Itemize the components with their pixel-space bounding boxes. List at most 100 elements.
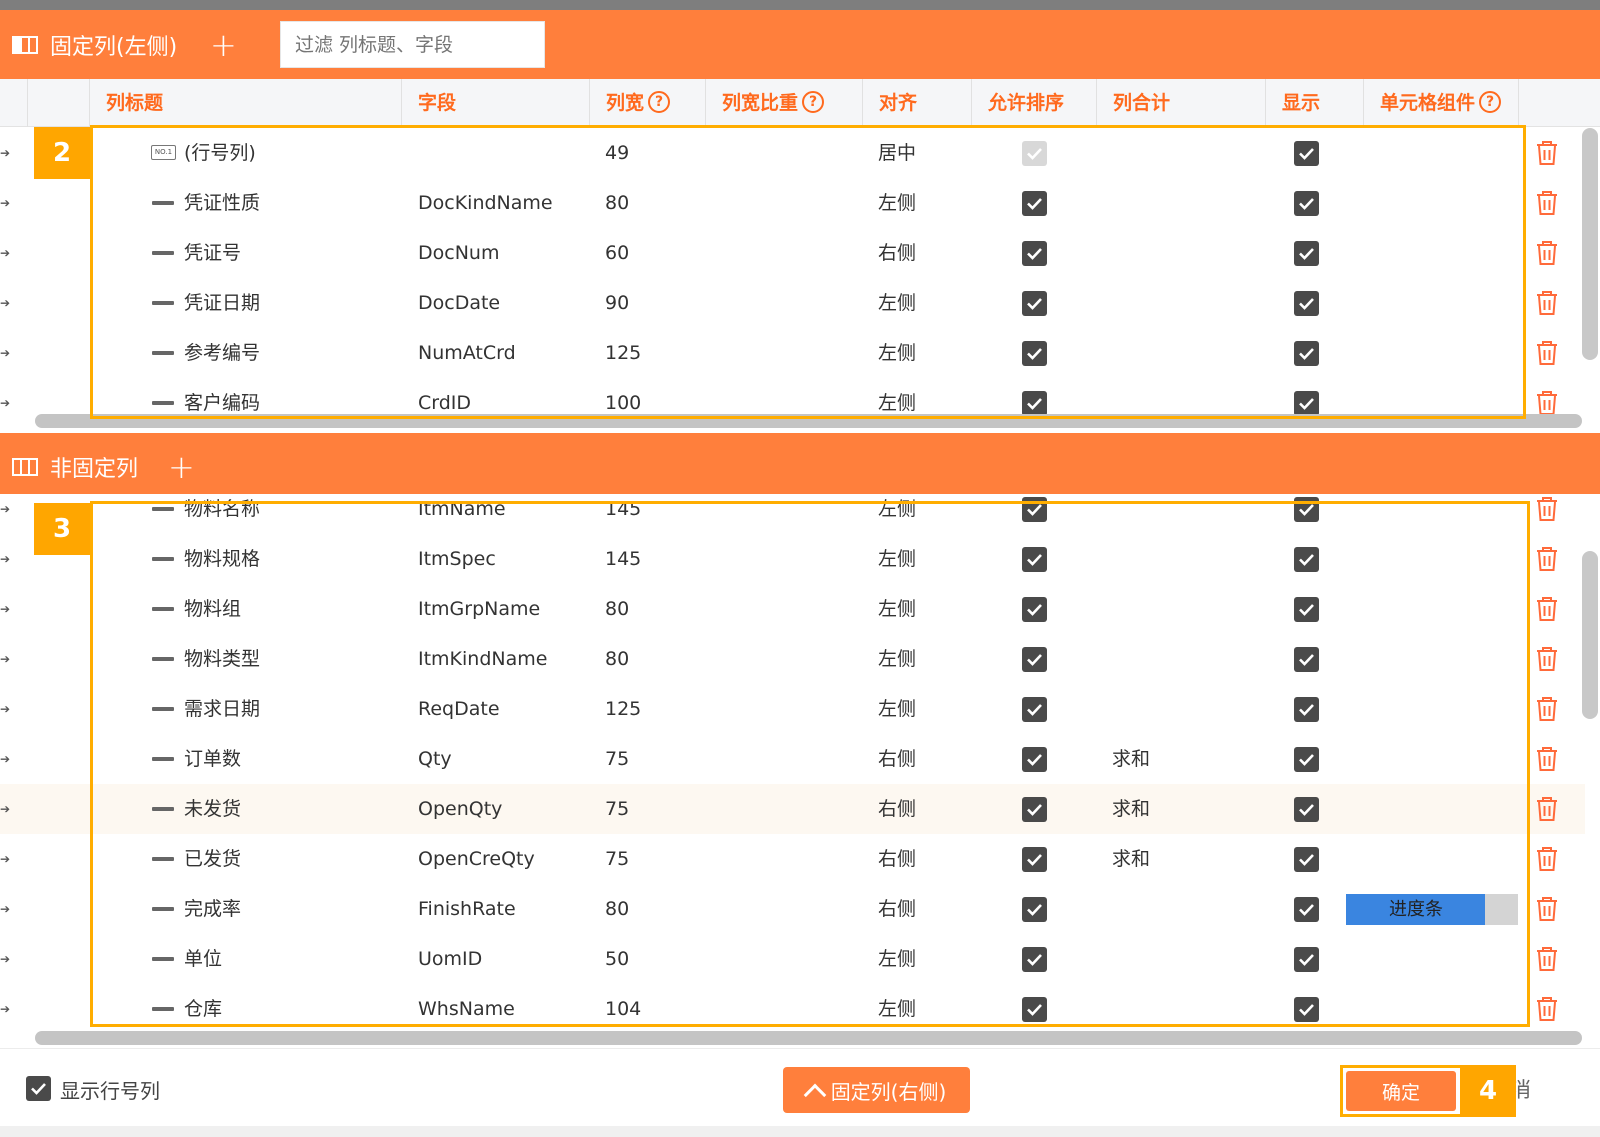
allow-sort-checkbox[interactable] bbox=[1022, 797, 1047, 822]
width-cell[interactable]: 80 bbox=[605, 178, 629, 228]
show-checkbox[interactable] bbox=[1294, 947, 1319, 972]
drag-handle-icon[interactable] bbox=[152, 957, 174, 961]
trash-icon[interactable] bbox=[1535, 846, 1559, 872]
table-row[interactable]: ➔ NO.1 (行号列) 49 居中 bbox=[0, 128, 1585, 178]
drag-handle-icon[interactable] bbox=[152, 757, 174, 761]
drag-arrow-icon[interactable]: ➔ bbox=[0, 684, 10, 734]
align-cell[interactable]: 左侧 bbox=[878, 328, 916, 378]
header-width-ratio[interactable]: 列宽比重? bbox=[705, 79, 862, 127]
width-cell[interactable]: 90 bbox=[605, 278, 629, 328]
drag-arrow-icon[interactable]: ➔ bbox=[0, 378, 10, 427]
allow-sort-checkbox[interactable] bbox=[1022, 897, 1047, 922]
show-checkbox[interactable] bbox=[1294, 141, 1319, 166]
allow-sort-checkbox[interactable] bbox=[1022, 291, 1047, 316]
show-checkbox[interactable] bbox=[1294, 897, 1319, 922]
trash-icon[interactable] bbox=[1535, 946, 1559, 972]
header-field[interactable]: 字段 bbox=[401, 79, 589, 127]
allow-sort-checkbox[interactable] bbox=[1022, 947, 1047, 972]
align-cell[interactable]: 左侧 bbox=[878, 584, 916, 634]
trash-icon[interactable] bbox=[1535, 996, 1559, 1022]
table-row[interactable]: ➔ 订单数 Qty 75 右侧 求和 bbox=[0, 734, 1585, 784]
align-cell[interactable]: 左侧 bbox=[878, 984, 916, 1030]
drag-handle-icon[interactable] bbox=[152, 907, 174, 911]
question-circle-icon[interactable]: ? bbox=[1479, 90, 1502, 113]
table-row[interactable]: ➔ 凭证号 DocNum 60 右侧 bbox=[0, 228, 1585, 278]
col-total-cell[interactable]: 求和 bbox=[1112, 834, 1150, 884]
drag-arrow-icon[interactable]: ➔ bbox=[0, 128, 10, 178]
drag-arrow-icon[interactable]: ➔ bbox=[0, 934, 10, 984]
width-cell[interactable]: 80 bbox=[605, 884, 629, 934]
col-title-cell[interactable]: 已发货 bbox=[184, 834, 241, 884]
show-checkbox[interactable] bbox=[1294, 797, 1319, 822]
table-row[interactable]: ➔ 需求日期 ReqDate 125 左侧 bbox=[0, 684, 1585, 734]
trash-icon[interactable] bbox=[1535, 190, 1559, 216]
col-title-cell[interactable]: 物料规格 bbox=[184, 534, 260, 584]
col-title-cell[interactable]: 参考编号 bbox=[184, 328, 260, 378]
col-total-cell[interactable]: 求和 bbox=[1112, 734, 1150, 784]
allow-sort-checkbox[interactable] bbox=[1022, 547, 1047, 572]
table-row[interactable]: ➔ 完成率 FinishRate 80 右侧 进度条 bbox=[0, 884, 1585, 934]
align-cell[interactable]: 左侧 bbox=[878, 494, 916, 534]
allow-sort-checkbox[interactable] bbox=[1022, 191, 1047, 216]
trash-icon[interactable] bbox=[1535, 546, 1559, 572]
align-cell[interactable]: 居中 bbox=[878, 128, 916, 178]
header-align[interactable]: 对齐 bbox=[862, 79, 971, 127]
allow-sort-checkbox[interactable] bbox=[1022, 647, 1047, 672]
drag-arrow-icon[interactable]: ➔ bbox=[0, 178, 10, 228]
align-cell[interactable]: 左侧 bbox=[878, 634, 916, 684]
drag-handle-icon[interactable] bbox=[152, 251, 174, 255]
free-horizontal-scrollbar[interactable] bbox=[35, 1031, 1582, 1045]
width-cell[interactable]: 50 bbox=[605, 934, 629, 984]
trash-icon[interactable] bbox=[1535, 290, 1559, 316]
question-circle-icon[interactable]: ? bbox=[802, 90, 825, 113]
table-row[interactable]: ➔ 凭证日期 DocDate 90 左侧 bbox=[0, 278, 1585, 328]
align-cell[interactable]: 左侧 bbox=[878, 684, 916, 734]
width-cell[interactable]: 75 bbox=[605, 784, 629, 834]
fixed-vertical-scrollbar[interactable] bbox=[1582, 128, 1598, 360]
allow-sort-checkbox[interactable] bbox=[1022, 747, 1047, 772]
col-title-cell[interactable]: 需求日期 bbox=[184, 684, 260, 734]
col-title-cell[interactable]: 物料名称 bbox=[184, 494, 260, 534]
align-cell[interactable]: 右侧 bbox=[878, 884, 916, 934]
trash-icon[interactable] bbox=[1535, 646, 1559, 672]
drag-arrow-icon[interactable]: ➔ bbox=[0, 984, 10, 1030]
drag-arrow-icon[interactable]: ➔ bbox=[0, 494, 10, 534]
header-col-title[interactable]: 列标题 bbox=[89, 79, 402, 127]
drag-handle-icon[interactable] bbox=[152, 707, 174, 711]
show-checkbox[interactable] bbox=[1294, 241, 1319, 266]
col-title-cell[interactable]: 凭证号 bbox=[184, 228, 241, 278]
trash-icon[interactable] bbox=[1535, 390, 1559, 416]
trash-icon[interactable] bbox=[1535, 696, 1559, 722]
show-checkbox[interactable] bbox=[1294, 647, 1319, 672]
show-row-number-checkbox[interactable] bbox=[26, 1076, 51, 1101]
drag-handle-icon[interactable] bbox=[152, 301, 174, 305]
plus-icon[interactable]: + bbox=[210, 29, 237, 61]
plus-icon[interactable]: + bbox=[168, 451, 195, 483]
allow-sort-checkbox[interactable] bbox=[1022, 341, 1047, 366]
table-row[interactable]: ➔ 凭证性质 DocKindName 80 左侧 bbox=[0, 178, 1585, 228]
table-row[interactable]: ➔ 单位 UomID 50 左侧 bbox=[0, 934, 1585, 984]
header-allow-sort[interactable]: 允许排序 bbox=[971, 79, 1096, 127]
trash-icon[interactable] bbox=[1535, 746, 1559, 772]
trash-icon[interactable] bbox=[1535, 340, 1559, 366]
drag-arrow-icon[interactable]: ➔ bbox=[0, 534, 10, 584]
table-row[interactable]: ➔ 物料名称 ItmName 145 左侧 bbox=[0, 494, 1585, 534]
width-cell[interactable]: 145 bbox=[605, 494, 641, 534]
show-checkbox[interactable] bbox=[1294, 597, 1319, 622]
show-checkbox[interactable] bbox=[1294, 497, 1319, 522]
show-checkbox[interactable] bbox=[1294, 391, 1319, 416]
fixed-right-button[interactable]: 固定列(右侧) bbox=[783, 1067, 970, 1113]
width-cell[interactable]: 75 bbox=[605, 734, 629, 784]
allow-sort-checkbox[interactable] bbox=[1022, 597, 1047, 622]
drag-handle-icon[interactable] bbox=[152, 607, 174, 611]
trash-icon[interactable] bbox=[1535, 896, 1559, 922]
allow-sort-checkbox[interactable] bbox=[1022, 497, 1047, 522]
show-checkbox[interactable] bbox=[1294, 747, 1319, 772]
show-checkbox[interactable] bbox=[1294, 291, 1319, 316]
width-cell[interactable]: 104 bbox=[605, 984, 641, 1030]
table-row[interactable]: ➔ 未发货 OpenQty 75 右侧 求和 bbox=[0, 784, 1585, 834]
col-title-cell[interactable]: 订单数 bbox=[184, 734, 241, 784]
trash-icon[interactable] bbox=[1535, 140, 1559, 166]
drag-arrow-icon[interactable]: ➔ bbox=[0, 734, 10, 784]
drag-arrow-icon[interactable]: ➔ bbox=[0, 784, 10, 834]
